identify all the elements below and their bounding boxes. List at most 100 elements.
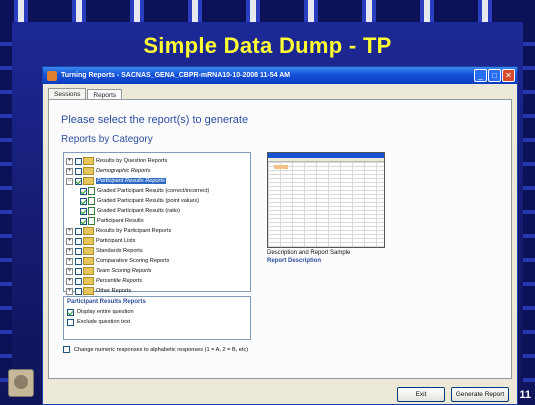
report-icon [88,217,95,225]
tree-item-label: Standards Reports [96,248,143,254]
checkbox-checked[interactable] [75,177,82,185]
slide-title: Simple Data Dump - TP [143,33,392,58]
collapse-icon[interactable]: − [66,177,73,185]
checkbox[interactable] [75,267,82,275]
option-label: Display entire question [77,309,134,315]
reports-by-category-heading: Reports by Category [61,134,153,145]
checkbox-checked[interactable] [80,207,87,215]
tree-item-label: Results by Question Reports [96,158,168,164]
tree-item-label: Graded Participant Results (ratio) [97,208,181,214]
logo-icon [8,369,34,397]
checkbox[interactable] [75,287,82,295]
tree-item-other[interactable]: + Other Reports [66,286,248,296]
tree-item-label: Participant Results Reports [96,178,166,184]
option-label: Change numeric responses to alphabetic r… [74,346,249,353]
expand-icon[interactable]: + [66,257,73,265]
checkbox[interactable] [75,277,82,285]
tree-item-graded-correct[interactable]: Graded Participant Results (correct/inco… [66,186,248,196]
checkbox-checked[interactable] [80,217,87,225]
checkbox[interactable] [75,237,82,245]
tree-item-comparative[interactable]: + Comparative Scoring Reports [66,256,248,266]
window-title: Turning Reports - SACNAS_GENA_CBPR-mRNA1… [61,72,291,79]
folder-icon [83,177,94,185]
tree-item-standards[interactable]: + Standards Reports [66,246,248,256]
option-exclude-question-text[interactable]: Exclude question text [67,317,247,327]
checkbox-checked[interactable] [67,308,74,316]
expand-icon[interactable]: + [66,277,73,285]
checkbox[interactable] [67,318,74,326]
exit-button[interactable]: Exit [397,387,445,402]
folder-icon [83,267,94,275]
tree-item-label: Participant Results [97,218,144,224]
checkbox-checked[interactable] [80,187,87,195]
slide-background: Simple Data Dump - TP Turning Reports - … [0,0,535,405]
footer-buttons: Exit Generate Report [397,387,509,402]
checkbox[interactable] [75,227,82,235]
tree-item-results-by-participant[interactable]: + Results by Participant Reports [66,226,248,236]
tree-item-label: Percentile Reports [96,278,143,284]
expand-icon[interactable]: + [66,237,73,245]
checkbox[interactable] [75,157,82,165]
expand-icon[interactable]: + [66,167,73,175]
report-sample-preview [267,152,385,248]
folder-icon [83,227,94,235]
tree-item-graded-ratio[interactable]: Graded Participant Results (ratio) [66,206,248,216]
page-heading: Please select the report(s) to generate [61,114,249,126]
decorative-border-left [0,22,12,382]
report-options-box: Participant Results Reports Display enti… [63,296,251,340]
expand-icon[interactable]: + [66,287,73,295]
tree-item-results-by-question[interactable]: + Results by Question Reports [66,156,248,166]
option-label: Exclude question text [77,319,131,325]
preview-highlight-cell [274,165,288,169]
report-category-tree[interactable]: + Results by Question Reports + Demograp… [63,152,251,295]
tree-item-label: Participant Lists [96,238,136,244]
option-display-entire-question[interactable]: Display entire question [67,307,247,317]
window-controls: _ □ ✕ [474,69,517,82]
tree-item-team-scoring[interactable]: + Team Scoring Reports [66,266,248,276]
folder-icon [83,257,94,265]
tree-item-label: Graded Participant Results (correct/inco… [97,188,210,194]
checkbox[interactable] [75,247,82,255]
reports-panel: Please select the report(s) to generate … [48,99,512,379]
report-description-link[interactable]: Report Description [267,258,321,264]
checkbox[interactable] [75,257,82,265]
report-icon [88,207,95,215]
option-change-numeric[interactable]: Change numeric responses to alphabetic r… [63,346,248,353]
folder-icon [83,277,94,285]
tree-item-label: Team Scoring Reports [96,268,152,274]
expand-icon[interactable]: + [66,267,73,275]
app-icon [47,70,57,81]
tree-item-graded-point[interactable]: Graded Participant Results (point values… [66,196,248,206]
expand-icon[interactable]: + [66,227,73,235]
generate-report-button[interactable]: Generate Report [451,387,509,402]
window-titlebar[interactable]: Turning Reports - SACNAS_GENA_CBPR-mRNA1… [43,67,517,84]
maximize-icon[interactable]: □ [488,69,501,82]
page-number: 11 [519,389,531,401]
tree-item-label: Comparative Scoring Reports [96,258,170,264]
folder-icon [83,167,94,175]
preview-spreadsheet-grid [268,162,384,247]
folder-icon [83,157,94,165]
tree-item-label: Demographic Reports [96,168,151,174]
folder-icon [83,247,94,255]
expand-icon[interactable]: + [66,247,73,255]
preview-caption: Description and Report Sample [267,250,351,256]
tree-item-percentile[interactable]: + Percentile Reports [66,276,248,286]
folder-icon [83,237,94,245]
tree-item-participant-lists[interactable]: + Participant Lists [66,236,248,246]
checkbox[interactable] [63,346,70,353]
tree-item-label: Other Reports [96,288,132,294]
tree-item-participant-results[interactable]: − Participant Results Reports [66,176,248,186]
turning-reports-window: Turning Reports - SACNAS_GENA_CBPR-mRNA1… [42,66,518,405]
checkbox-checked[interactable] [80,197,87,205]
tree-item-participant-results-child[interactable]: Participant Results [66,216,248,226]
minimize-icon[interactable]: _ [474,69,487,82]
tree-item-demographic[interactable]: + Demographic Reports [66,166,248,176]
report-icon [88,187,95,195]
tree-item-label: Graded Participant Results (point values… [97,198,199,204]
checkbox[interactable] [75,167,82,175]
decorative-border-right [523,22,535,382]
expand-icon[interactable]: + [66,157,73,165]
close-icon[interactable]: ✕ [502,69,515,82]
tree-item-label: Results by Participant Reports [96,228,172,234]
